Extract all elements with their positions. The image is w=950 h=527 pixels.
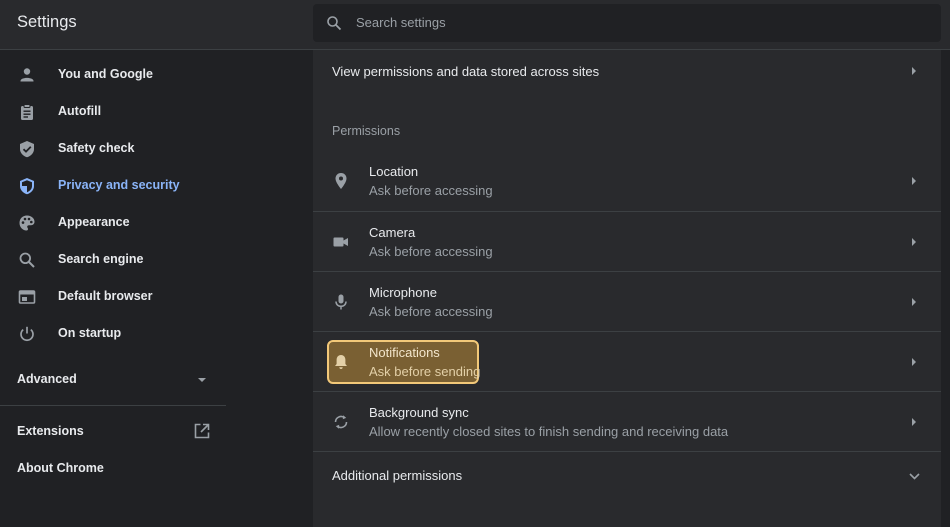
sync-icon (334, 415, 348, 429)
sidebar-item-privacy-and-security[interactable]: Privacy and security (0, 168, 226, 205)
sidebar: You and Google Autofill Safety check Pri… (0, 50, 226, 527)
camera-icon (333, 237, 348, 247)
search-icon (19, 252, 35, 268)
chevron-right-icon (912, 358, 916, 366)
search-icon (327, 16, 342, 31)
bell-icon (335, 355, 347, 369)
palette-icon (19, 215, 35, 231)
top-bar: Settings Search settings (0, 0, 950, 50)
permission-subtitle: Ask before sending (369, 364, 481, 379)
sidebar-item-extensions[interactable]: Extensions (0, 420, 226, 444)
additional-permissions-label: Additional permissions (332, 468, 463, 483)
sidebar-divider (0, 405, 226, 406)
permission-subtitle: Allow recently closed sites to finish se… (369, 424, 729, 439)
permission-subtitle: Ask before accessing (369, 244, 493, 259)
permission-row-microphone[interactable]: Microphone Ask before accessing (313, 272, 941, 332)
sidebar-item-search-engine[interactable]: Search engine (0, 242, 226, 279)
permission-title: Notifications (369, 345, 440, 360)
permission-title: Location (369, 164, 419, 179)
sidebar-item-appearance[interactable]: Appearance (0, 205, 226, 242)
permissions-card: View permissions and data stored across … (313, 50, 941, 527)
sidebar-item-autofill[interactable]: Autofill (0, 94, 226, 131)
sidebar-item-label: Privacy and security (58, 178, 180, 192)
chevron-right-icon (912, 177, 916, 185)
sidebar-item-label: Autofill (58, 104, 102, 118)
sidebar-item-label: On startup (58, 326, 122, 340)
permission-title: Camera (369, 225, 416, 240)
permission-row-notifications[interactable]: Notifications Ask before sending (313, 332, 941, 392)
view-permissions-link[interactable]: View permissions and data stored across … (313, 50, 941, 92)
chevron-down-icon (909, 473, 920, 480)
page-title: Settings (17, 13, 77, 31)
shield-icon (20, 178, 34, 195)
chevron-right-icon (912, 298, 916, 306)
sidebar-item-label: Safety check (58, 141, 135, 155)
sidebar-item-label: Search engine (58, 252, 144, 266)
permission-title: Background sync (369, 405, 469, 420)
chevron-right-icon (912, 238, 916, 246)
sidebar-item-label: Appearance (58, 215, 130, 229)
microphone-icon (335, 294, 347, 310)
browser-icon (18, 290, 36, 304)
advanced-label: Advanced (17, 372, 77, 386)
sidebar-item-label: Default browser (58, 289, 153, 303)
permission-row-camera[interactable]: Camera Ask before accessing (313, 212, 941, 272)
permissions-heading: Permissions (332, 124, 401, 138)
permission-subtitle: Ask before accessing (369, 183, 493, 198)
open-in-new-icon (194, 423, 210, 439)
extensions-label: Extensions (17, 424, 84, 438)
clipboard-icon (21, 104, 33, 120)
person-icon (20, 68, 34, 82)
sidebar-item-safety-check[interactable]: Safety check (0, 131, 226, 168)
about-chrome-label: About Chrome (17, 461, 104, 475)
advanced-section-toggle[interactable]: Advanced (0, 367, 226, 393)
view-permissions-label: View permissions and data stored across … (332, 64, 600, 79)
dropdown-arrow-icon (198, 378, 206, 382)
chevron-right-icon (912, 418, 916, 426)
permission-row-location[interactable]: Location Ask before accessing (313, 151, 941, 211)
search-input[interactable]: Search settings (313, 4, 941, 42)
permission-row-background-sync[interactable]: Background sync Allow recently closed si… (313, 392, 941, 452)
location-pin-icon (335, 173, 347, 189)
permission-subtitle: Ask before accessing (369, 304, 493, 319)
additional-permissions-toggle[interactable]: Additional permissions (313, 452, 941, 498)
permission-title: Microphone (369, 285, 437, 300)
shield-check-icon (20, 141, 34, 158)
sidebar-item-label: You and Google (58, 67, 153, 81)
sidebar-item-you-and-google[interactable]: You and Google (0, 57, 226, 94)
sidebar-item-on-startup[interactable]: On startup (0, 316, 226, 353)
chevron-right-icon (912, 67, 916, 75)
sidebar-item-default-browser[interactable]: Default browser (0, 279, 226, 316)
power-icon (20, 326, 34, 342)
search-placeholder: Search settings (356, 15, 446, 30)
sidebar-item-about-chrome[interactable]: About Chrome (0, 457, 226, 481)
